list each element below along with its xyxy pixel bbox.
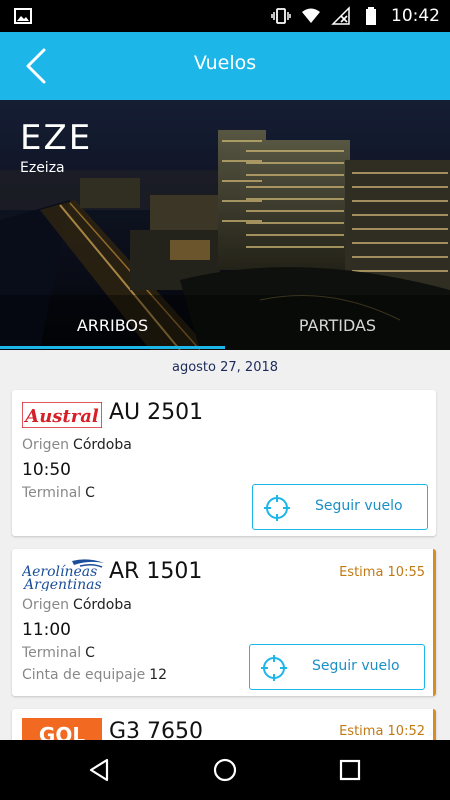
- baggage-value: 12: [149, 667, 168, 683]
- navigation-bar: [0, 740, 450, 800]
- square-recents-icon: [339, 759, 361, 781]
- aerolineas-logo: Aerolíneas Argentinas: [22, 559, 104, 591]
- baggage-row: Cinta de equipaje 12: [22, 667, 167, 683]
- status-bar: 10:42: [0, 0, 450, 32]
- page-title: Vuelos: [193, 52, 257, 74]
- origin-row: Origen Córdoba: [22, 437, 132, 453]
- flight-card[interactable]: Austral AU 2501 Origen Córdoba 10:50 Term…: [12, 390, 436, 536]
- terminal-label: Terminal: [22, 645, 82, 661]
- estimated-time: Estima 10:55: [339, 565, 425, 580]
- origin-row: Origen Córdoba: [22, 597, 132, 613]
- origin-value: Córdoba: [73, 437, 132, 453]
- image-icon: [14, 8, 32, 24]
- estimated-time: Estima 10:52: [339, 724, 425, 739]
- crosshair-icon: [264, 495, 290, 521]
- vibrate-icon: [271, 8, 291, 24]
- status-time: 10:42: [391, 6, 440, 26]
- triangle-back-icon: [89, 758, 109, 782]
- terminal-value: C: [85, 645, 95, 661]
- airport-code: EZE: [20, 118, 93, 158]
- circle-home-icon: [213, 758, 237, 782]
- austral-logo-text: Austral: [23, 406, 99, 427]
- tab-bar: ARRIBOS PARTIDAS: [0, 306, 450, 350]
- follow-flight-button[interactable]: Seguir vuelo: [252, 484, 428, 530]
- aerolineas-logo-line2: Argentinas: [22, 577, 102, 591]
- flight-card[interactable]: Aerolíneas Argentinas AR 1501 Estima 10:…: [12, 549, 436, 696]
- terminal-value: C: [85, 485, 95, 501]
- arrival-time: 11:00: [22, 620, 71, 640]
- origin-label: Origen: [22, 437, 70, 453]
- terminal-row: Terminal C: [22, 485, 95, 501]
- tab-partidas[interactable]: PARTIDAS: [225, 306, 450, 350]
- follow-flight-label: Seguir vuelo: [315, 498, 403, 514]
- austral-logo: Austral: [22, 402, 102, 428]
- terminal-row: Terminal C: [22, 645, 95, 661]
- crosshair-icon: [261, 655, 287, 681]
- wifi-icon: [302, 8, 320, 23]
- nav-recents-button[interactable]: [335, 755, 365, 785]
- origin-label: Origen: [22, 597, 70, 613]
- tab-arribos[interactable]: ARRIBOS: [0, 306, 225, 350]
- follow-flight-button[interactable]: Seguir vuelo: [249, 644, 425, 690]
- origin-value: Córdoba: [73, 597, 132, 613]
- battery-icon: [366, 7, 376, 25]
- date-header: agosto 27, 2018: [171, 360, 279, 375]
- flight-number: AR 1501: [109, 559, 203, 584]
- arrival-time: 10:50: [22, 460, 71, 480]
- flight-number: AU 2501: [109, 400, 204, 425]
- nav-back-button[interactable]: [85, 755, 115, 785]
- nav-home-button[interactable]: [210, 755, 240, 785]
- baggage-label: Cinta de equipaje: [22, 667, 146, 683]
- airport-hero: EZE Ezeiza ARRIBOS PARTIDAS: [0, 100, 450, 350]
- terminal-label: Terminal: [22, 485, 82, 501]
- signal-off-icon: [331, 6, 350, 25]
- follow-flight-label: Seguir vuelo: [312, 658, 400, 674]
- app-bar: Vuelos: [0, 32, 450, 100]
- airport-name: Ezeiza: [20, 160, 65, 176]
